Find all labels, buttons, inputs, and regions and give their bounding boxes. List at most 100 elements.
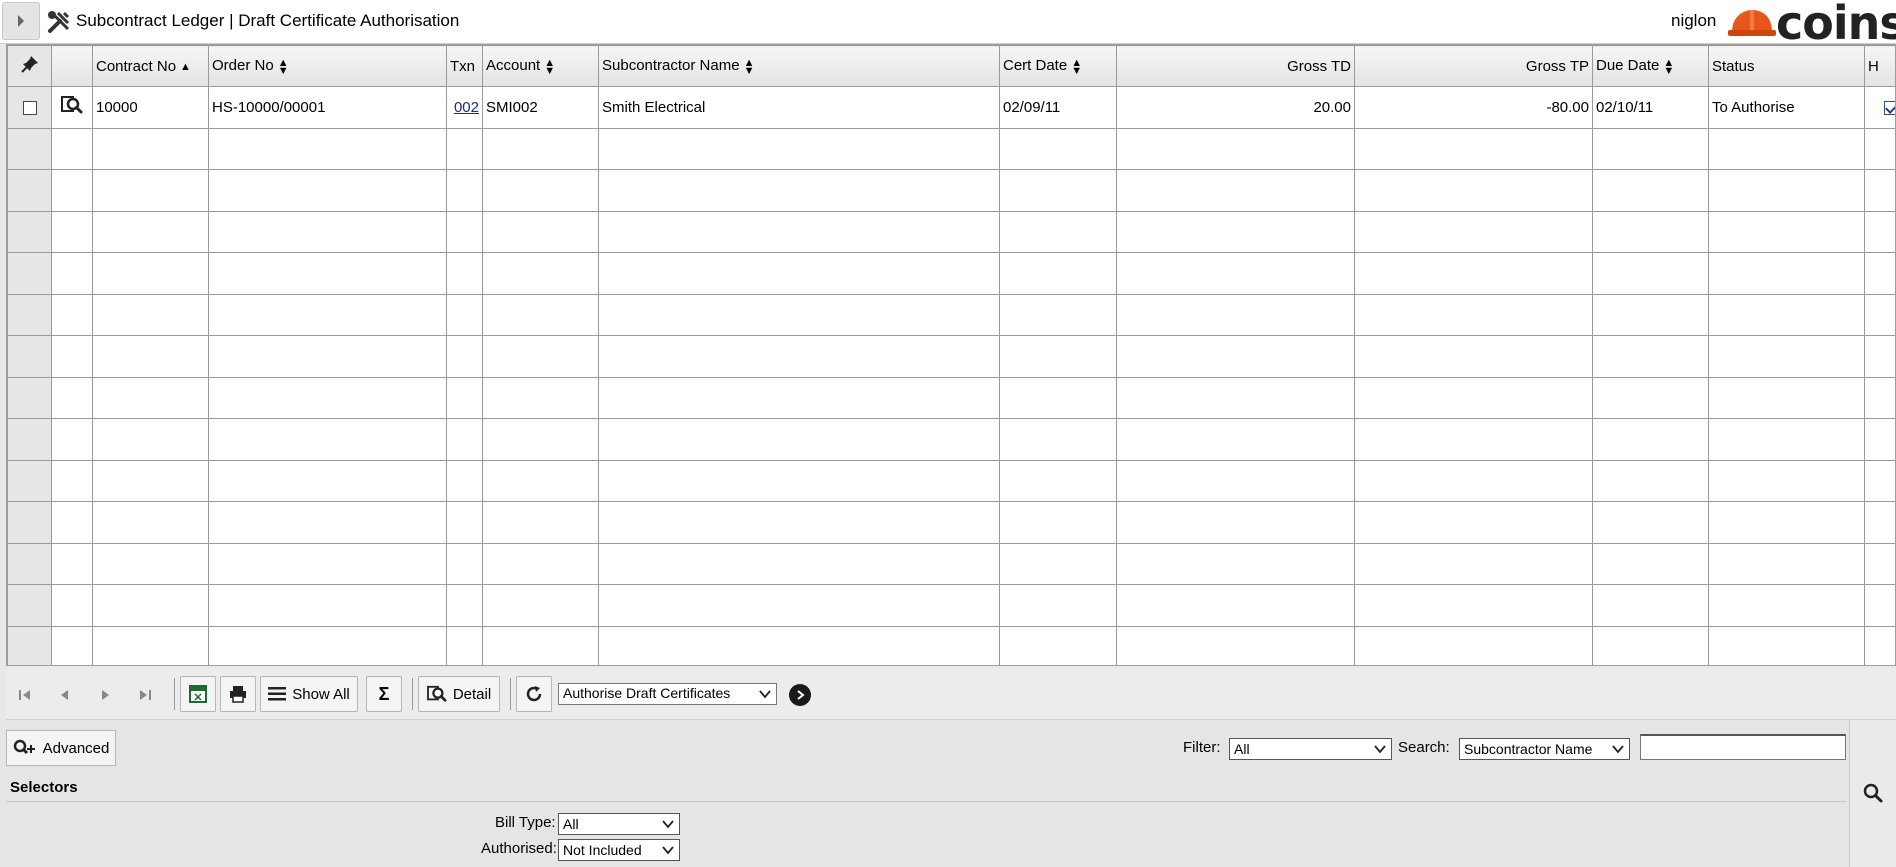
search-label: Search:	[1398, 739, 1450, 756]
view-column-header	[51, 45, 93, 87]
view-detail-icon[interactable]	[61, 95, 83, 115]
sort-both-icon: ▲ ▼	[1663, 56, 1675, 77]
first-page-button[interactable]	[14, 684, 36, 706]
empty-cell	[1116, 542, 1355, 585]
empty-table-row	[7, 252, 1895, 295]
empty-cell	[598, 501, 1000, 544]
empty-cell	[51, 293, 93, 336]
empty-cell	[208, 625, 447, 665]
search-input[interactable]	[1640, 734, 1846, 760]
empty-cell	[1592, 210, 1709, 253]
export-excel-button[interactable]	[180, 676, 216, 712]
empty-cell	[1354, 293, 1593, 336]
toolbar-separator	[510, 678, 511, 710]
search-field-select[interactable]: Subcontractor Name	[1459, 738, 1630, 760]
empty-cell	[7, 376, 52, 419]
empty-cell	[446, 625, 483, 665]
empty-cell	[1354, 501, 1593, 544]
empty-cell	[1592, 459, 1709, 502]
empty-cell	[999, 418, 1117, 461]
chevron-down-icon	[1374, 745, 1386, 754]
advanced-search-button[interactable]: Advanced	[6, 730, 116, 766]
empty-cell	[1592, 169, 1709, 212]
action-select[interactable]: Authorise Draft Certificates	[558, 683, 777, 705]
row-select-cell[interactable]	[7, 86, 52, 129]
empty-cell	[999, 459, 1117, 502]
authorised-select[interactable]: Not Included	[558, 839, 680, 861]
table-row[interactable]: 10000 HS-10000/00001 002 SMI002 Smith El…	[7, 86, 1895, 129]
empty-cell	[1708, 127, 1865, 170]
empty-cell	[1592, 127, 1709, 170]
txn-link[interactable]: 002	[454, 99, 479, 116]
title-bar: Subcontract Ledger | Draft Certificate A…	[0, 0, 1896, 44]
totals-button[interactable]: Σ	[366, 676, 402, 712]
empty-cell	[1708, 376, 1865, 419]
empty-cell	[446, 169, 483, 212]
empty-cell	[1708, 542, 1865, 585]
cell-gross-tp: -80.00	[1354, 86, 1593, 129]
certificates-table: Contract No ▲ Order No ▲ ▼ Txn Account ▲ ▼ Su…	[7, 45, 1895, 665]
selectors-divider	[6, 801, 1846, 802]
run-action-button[interactable]	[789, 684, 811, 706]
empty-cell	[482, 625, 599, 665]
empty-cell	[1592, 252, 1709, 295]
empty-cell	[999, 335, 1117, 378]
empty-cell	[598, 376, 1000, 419]
refresh-button[interactable]	[516, 676, 552, 712]
column-header-txn[interactable]: Txn	[446, 45, 483, 87]
column-header-status[interactable]: Status	[1708, 45, 1865, 87]
previous-page-button[interactable]	[54, 684, 76, 706]
filter-label: Filter:	[1183, 739, 1221, 756]
empty-cell	[1354, 376, 1593, 419]
empty-cell	[446, 127, 483, 170]
empty-cell	[482, 210, 599, 253]
chevron-down-icon	[759, 690, 771, 699]
empty-table-row	[7, 127, 1895, 170]
bill-type-select[interactable]: All	[558, 813, 680, 835]
column-header-gross-td[interactable]: Gross TD	[1116, 45, 1355, 87]
column-header-order-no[interactable]: Order No ▲ ▼	[208, 45, 447, 87]
empty-cell	[7, 418, 52, 461]
view-detail-icon	[426, 685, 447, 702]
column-header-h[interactable]: H	[1864, 45, 1895, 87]
empty-cell	[1864, 584, 1895, 627]
empty-table-row	[7, 376, 1895, 419]
search-icon[interactable]	[1862, 782, 1884, 804]
print-button[interactable]	[220, 676, 256, 712]
next-page-button[interactable]	[94, 684, 116, 706]
chevron-down-icon	[662, 846, 674, 855]
empty-cell	[92, 210, 209, 253]
column-header-contract-no[interactable]: Contract No ▲	[92, 45, 209, 87]
username-label[interactable]: niglon	[1671, 11, 1716, 31]
empty-table-row	[7, 542, 1895, 585]
row-select-checkbox[interactable]	[22, 100, 37, 115]
empty-cell	[598, 459, 1000, 502]
empty-cell	[51, 542, 93, 585]
empty-cell	[51, 376, 93, 419]
column-header-account[interactable]: Account ▲ ▼	[482, 45, 599, 87]
empty-cell	[1592, 584, 1709, 627]
empty-cell	[51, 335, 93, 378]
chevron-right-icon	[18, 15, 24, 27]
empty-cell	[51, 252, 93, 295]
column-header-gross-tp[interactable]: Gross TP	[1354, 45, 1593, 87]
h-checkbox[interactable]	[1884, 100, 1895, 115]
column-header-due-date[interactable]: Due Date ▲ ▼	[1592, 45, 1709, 87]
cell-h[interactable]	[1864, 86, 1895, 129]
show-all-button[interactable]: Show All	[260, 676, 358, 712]
cell-gross-td: 20.00	[1116, 86, 1355, 129]
detail-button[interactable]: Detail	[418, 676, 500, 712]
last-page-button[interactable]	[134, 684, 156, 706]
empty-cell	[1116, 418, 1355, 461]
row-view-cell[interactable]	[51, 86, 93, 129]
toolbar-separator	[412, 678, 413, 710]
column-header-subcontractor-name[interactable]: Subcontractor Name ▲ ▼	[598, 45, 1000, 87]
cell-txn[interactable]: 002	[446, 86, 483, 129]
expand-menu-button[interactable]	[2, 2, 40, 40]
filter-select[interactable]: All	[1229, 738, 1392, 760]
selectors-heading: Selectors	[10, 779, 78, 796]
pin-column-header[interactable]	[7, 45, 52, 87]
empty-cell	[92, 335, 209, 378]
coins-logo: coins	[1728, 2, 1896, 42]
column-header-cert-date[interactable]: Cert Date ▲ ▼	[999, 45, 1117, 87]
